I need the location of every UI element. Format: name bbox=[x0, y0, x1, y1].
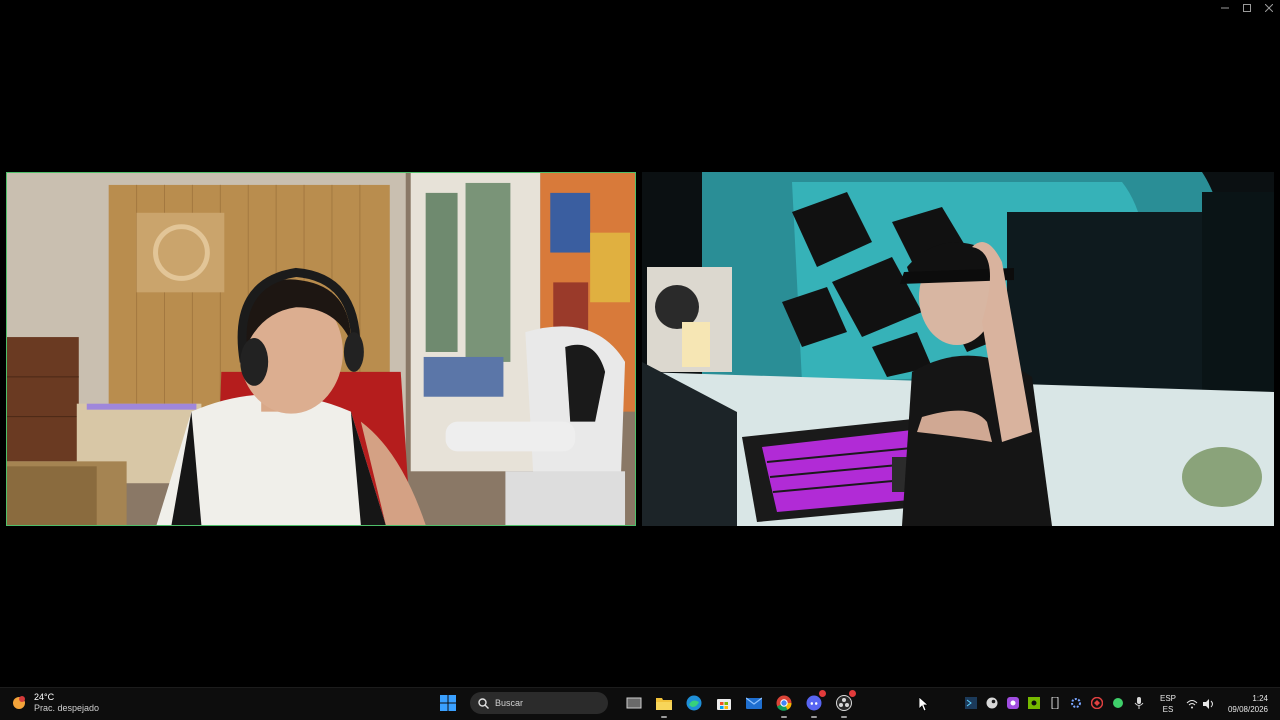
quick-settings[interactable] bbox=[1186, 696, 1215, 714]
antivirus-icon[interactable] bbox=[1089, 695, 1105, 711]
close-icon[interactable] bbox=[1258, 0, 1280, 16]
clock-date: 09/08/2026 bbox=[1227, 705, 1268, 714]
microphone-icon[interactable] bbox=[1131, 695, 1147, 711]
language-primary: ESP bbox=[1160, 694, 1177, 703]
terminal-icon[interactable] bbox=[963, 695, 979, 711]
obs-icon[interactable] bbox=[832, 690, 856, 718]
start-icon[interactable] bbox=[436, 691, 460, 715]
clock-time: 1:24 bbox=[1252, 694, 1268, 703]
minimize-icon[interactable] bbox=[1214, 0, 1236, 16]
volume-icon bbox=[1203, 696, 1215, 714]
search-icon bbox=[478, 697, 489, 709]
nvidia-icon[interactable] bbox=[1026, 695, 1042, 711]
weather-description: Prac. despejado bbox=[34, 703, 100, 713]
task-view-icon[interactable] bbox=[622, 691, 646, 715]
taskbar: 24°C Prac. despejado Buscar ESP ES 1:24 … bbox=[0, 687, 1280, 720]
settings-gear-icon[interactable] bbox=[1068, 695, 1084, 711]
discord-icon[interactable] bbox=[802, 690, 826, 718]
mouse-cursor-icon bbox=[918, 696, 930, 716]
edge-icon[interactable] bbox=[682, 691, 706, 715]
file-explorer-icon[interactable] bbox=[652, 691, 676, 718]
video-feed-left bbox=[7, 173, 635, 525]
usb-icon[interactable] bbox=[1047, 695, 1063, 711]
taskbar-clock[interactable]: 1:24 09/08/2026 bbox=[1228, 693, 1268, 715]
participant-video-right[interactable] bbox=[642, 172, 1274, 526]
participant-video-left[interactable] bbox=[6, 172, 636, 526]
window-controls bbox=[1214, 0, 1280, 16]
steam-icon[interactable] bbox=[984, 695, 1000, 711]
maximize-icon[interactable] bbox=[1236, 0, 1258, 16]
system-tray bbox=[963, 695, 1147, 711]
search-placeholder: Buscar bbox=[495, 698, 524, 708]
language-indicator[interactable]: ESP ES bbox=[1160, 693, 1176, 715]
weather-widget[interactable]: 24°C Prac. despejado bbox=[10, 692, 99, 714]
video-feed-right bbox=[642, 172, 1274, 526]
taskbar-center: Buscar bbox=[436, 690, 856, 718]
green-dot-icon[interactable] bbox=[1110, 695, 1126, 711]
mail-icon[interactable] bbox=[742, 691, 766, 715]
language-secondary: ES bbox=[1162, 705, 1174, 714]
chrome-icon[interactable] bbox=[772, 691, 796, 718]
store-icon[interactable] bbox=[712, 691, 736, 715]
weather-temperature: 24°C bbox=[34, 692, 55, 702]
wifi-icon bbox=[1186, 696, 1198, 714]
taskbar-search[interactable]: Buscar bbox=[470, 692, 608, 714]
app-purple-icon[interactable] bbox=[1005, 695, 1021, 711]
weather-sun-icon bbox=[10, 694, 28, 712]
